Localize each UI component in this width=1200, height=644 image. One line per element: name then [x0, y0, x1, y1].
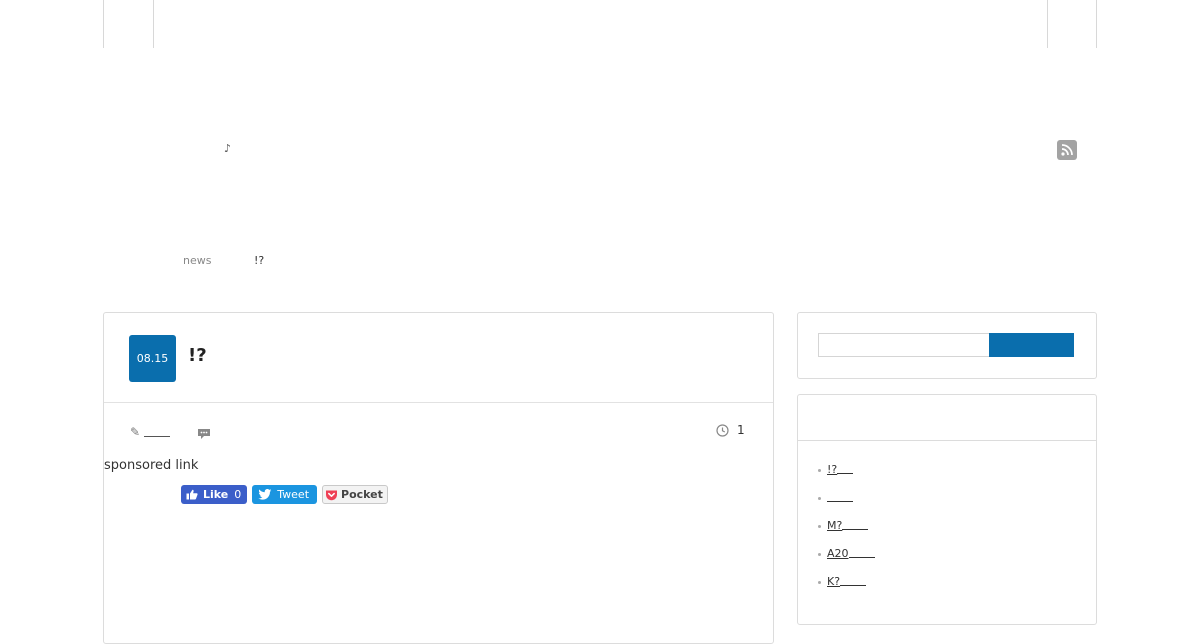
recent-posts-widget: !? M? A20 K?	[797, 394, 1097, 625]
bullet-icon	[818, 469, 821, 472]
search-button[interactable]	[989, 333, 1074, 357]
comments-link[interactable]	[197, 425, 211, 444]
bullet-icon	[818, 553, 821, 556]
divider	[103, 0, 104, 48]
post-date-badge: 08.15	[129, 335, 176, 382]
comment-icon	[198, 429, 210, 439]
list-item: K?	[818, 575, 875, 603]
divider	[1047, 0, 1048, 48]
post-author: ✎	[130, 425, 171, 439]
share-buttons: Like 0 Tweet Pocket	[181, 485, 388, 504]
facebook-like-button[interactable]: Like 0	[181, 485, 248, 504]
thumbs-up-icon	[186, 489, 198, 500]
bullet-icon	[818, 581, 821, 584]
recent-post-link[interactable]: A20	[827, 547, 849, 560]
sponsored-label: sponsored link	[104, 458, 199, 473]
divider	[153, 0, 154, 48]
breadcrumb-category-link[interactable]: news	[183, 254, 211, 267]
like-label: Like	[203, 488, 229, 501]
divider	[1096, 0, 1097, 48]
post-card: 08.15 !? ✎ 1 sponsored link Like 0 Tweet…	[103, 312, 774, 644]
recent-post-link[interactable]: K?	[827, 575, 840, 588]
pocket-icon	[326, 490, 338, 500]
tweet-label: Tweet	[277, 488, 310, 501]
divider	[798, 440, 1096, 441]
pocket-button[interactable]: Pocket	[322, 485, 388, 504]
pocket-label: Pocket	[341, 488, 383, 501]
divider	[104, 402, 773, 403]
bullet-icon	[818, 497, 821, 500]
list-item	[818, 491, 875, 519]
recent-post-link[interactable]: !?	[827, 463, 837, 476]
recent-post-link[interactable]: M?	[827, 519, 842, 532]
twitter-bird-icon	[258, 489, 272, 500]
breadcrumb: news !?	[183, 254, 264, 267]
views-count: 1	[737, 423, 745, 437]
recent-posts-list: !? M? A20 K?	[818, 463, 875, 603]
rss-button[interactable]	[1057, 140, 1077, 160]
rss-icon	[1061, 144, 1073, 156]
post-title: !?	[188, 345, 207, 366]
header-top-strip	[103, 0, 1097, 48]
pencil-icon: ✎	[130, 425, 141, 439]
breadcrumb-current: !?	[254, 254, 265, 267]
post-views: 1	[716, 423, 745, 437]
site-description: ♪	[224, 142, 232, 155]
list-item: !?	[818, 463, 875, 491]
search-input[interactable]	[818, 333, 989, 357]
list-item: A20	[818, 547, 875, 575]
search-widget	[797, 312, 1097, 379]
author-link[interactable]	[144, 427, 171, 437]
tweet-button[interactable]: Tweet	[252, 485, 318, 504]
bullet-icon	[818, 525, 821, 528]
like-count: 0	[234, 488, 242, 501]
list-item: M?	[818, 519, 875, 547]
clock-icon	[716, 423, 729, 437]
